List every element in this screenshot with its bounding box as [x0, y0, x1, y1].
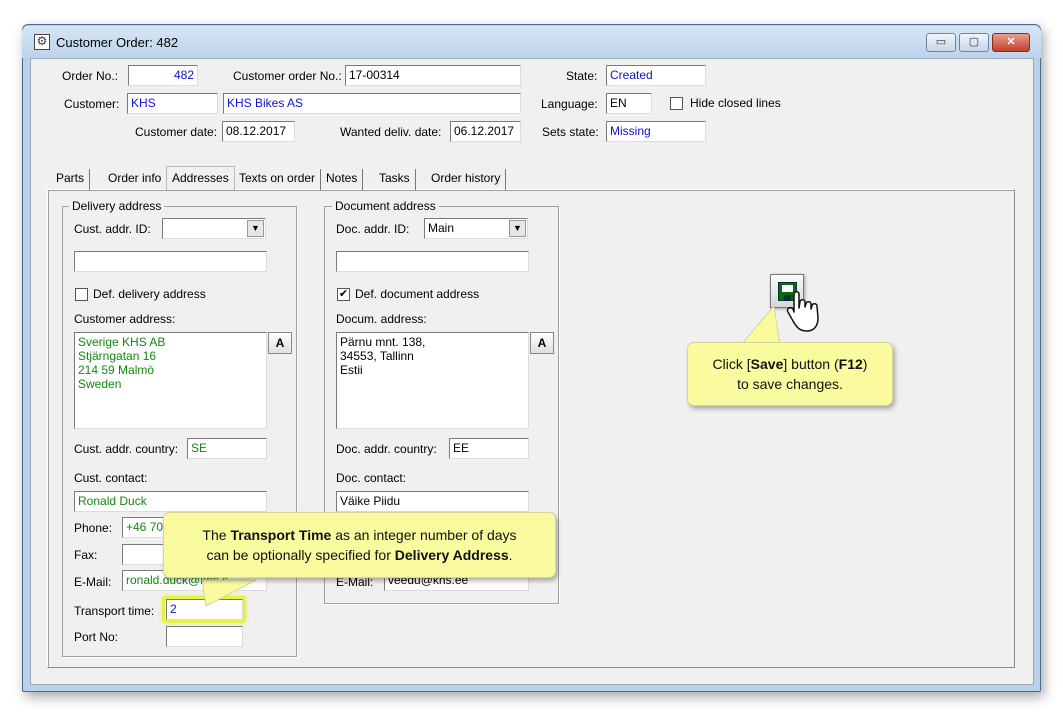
docum-address-label: Docum. address:	[336, 312, 427, 326]
hide-closed-label: Hide closed lines	[690, 96, 781, 110]
document-name-field[interactable]	[336, 251, 529, 272]
customer-order-no-field[interactable]: 17-00314	[345, 65, 521, 86]
def-document-checkbox[interactable]: ✔	[337, 288, 350, 301]
doc-addr-country-field[interactable]: EE	[449, 438, 529, 459]
save-callout-bold: Save	[750, 356, 784, 372]
customer-order-no-label: Customer order No.:	[233, 69, 342, 83]
doc-addr-id-select[interactable]: Main ▼	[424, 218, 528, 239]
save-callout-line2: to save changes.	[737, 376, 843, 392]
delivery-address-title: Delivery address	[69, 199, 165, 213]
save-callout-text: Click [	[712, 356, 751, 372]
wanted-delivery-label: Wanted deliv. date:	[340, 125, 442, 139]
save-callout-text: ] button (	[783, 356, 839, 372]
customer-code-field[interactable]: KHS	[127, 93, 218, 114]
cust-contact-field[interactable]: Ronald Duck	[74, 491, 267, 512]
hand-pointer-icon	[786, 291, 819, 332]
doc-contact-label: Doc. contact:	[336, 471, 407, 485]
cust-addr-country-label: Cust. addr. country:	[74, 442, 179, 456]
wanted-delivery-field[interactable]: 06.12.2017	[450, 121, 521, 142]
transport-callout-line2: can be optionally specified for Delivery…	[164, 545, 555, 565]
state-field[interactable]: Created	[606, 65, 706, 86]
hide-closed-checkbox[interactable]	[670, 97, 683, 110]
cust-addr-id-label: Cust. addr. ID:	[74, 222, 151, 236]
delivery-email-label: E-Mail:	[74, 575, 112, 589]
state-label: State:	[566, 69, 598, 83]
chevron-down-icon[interactable]: ▼	[509, 220, 526, 237]
doc-addr-id-value: Main	[428, 221, 455, 235]
sets-state-field[interactable]: Missing	[606, 121, 706, 142]
cust-addr-country-field[interactable]: SE	[187, 438, 267, 459]
order-no-label: Order No.:	[62, 69, 119, 83]
def-delivery-label: Def. delivery address	[93, 287, 206, 301]
customer-name-field[interactable]: KHS Bikes AS	[223, 93, 521, 114]
tab-order-history[interactable]: Order history	[426, 169, 507, 190]
port-no-label: Port No:	[74, 630, 119, 644]
doc-addr-country-label: Doc. addr. country:	[336, 442, 437, 456]
customer-label: Customer:	[64, 97, 120, 111]
save-callout: Click [Save] button (F12) to save change…	[687, 342, 893, 406]
save-callout-text: )	[862, 356, 868, 372]
transport-time-label: Transport time:	[74, 604, 155, 618]
transport-callout-line1: The Transport Time as an integer number …	[164, 525, 555, 545]
tab-parts[interactable]: Parts	[51, 169, 91, 190]
tab-addresses[interactable]: Addresses	[166, 166, 235, 190]
transport-callout-text: as an integer number of days	[331, 527, 517, 543]
gear-icon[interactable]: ⚙	[34, 34, 50, 50]
sets-state-label: Sets state:	[542, 125, 599, 139]
cust-contact-label: Cust. contact:	[74, 471, 148, 485]
docum-address-memo[interactable]: Pärnu mnt. 138, 34553, Tallinn Estii	[336, 332, 529, 429]
maximize-button[interactable]: ▢	[959, 33, 989, 52]
phone-label: Phone:	[74, 521, 113, 535]
tab-order-info[interactable]: Order info	[103, 169, 168, 190]
customer-address-label: Customer address:	[74, 312, 176, 326]
doc-contact-field[interactable]: Väike Piidu	[336, 491, 529, 512]
language-label: Language:	[541, 97, 598, 111]
transport-callout-text: The	[202, 527, 231, 543]
doc-addr-id-label: Doc. addr. ID:	[336, 222, 410, 236]
cust-addr-id-select[interactable]: ▼	[162, 218, 266, 239]
transport-callout-bold: Delivery Address	[394, 547, 509, 563]
order-no-field[interactable]: 482	[128, 65, 198, 86]
delivery-address-a-button[interactable]: A	[268, 332, 292, 354]
customer-date-field[interactable]: 08.12.2017	[222, 121, 295, 142]
transport-callout-text: .	[508, 547, 513, 563]
def-delivery-checkbox[interactable]	[75, 288, 88, 301]
tab-tasks[interactable]: Tasks	[374, 169, 416, 190]
transport-callout-text: can be optionally specified for	[206, 547, 395, 563]
save-callout-line1: Click [Save] button (F12)	[688, 354, 892, 374]
transport-callout: The Transport Time as an integer number …	[163, 512, 556, 578]
port-no-field[interactable]	[166, 626, 243, 647]
document-address-a-button[interactable]: A	[530, 332, 554, 354]
language-field[interactable]: EN	[606, 93, 652, 114]
window-title: Customer Order: 482	[56, 35, 179, 50]
fax-label: Fax:	[74, 548, 98, 562]
screenshot: ⚙ Customer Order: 482 ▭ ▢ ✕ Order No.: 4…	[0, 0, 1063, 715]
chevron-down-icon[interactable]: ▼	[247, 220, 264, 237]
transport-callout-bold: Transport Time	[230, 527, 332, 543]
tab-notes[interactable]: Notes	[321, 169, 364, 190]
document-address-title: Document address	[332, 199, 439, 213]
save-callout-key: F12	[838, 356, 863, 372]
close-button[interactable]: ✕	[992, 33, 1030, 52]
minimize-button[interactable]: ▭	[926, 33, 956, 52]
customer-date-label: Customer date:	[135, 125, 218, 139]
def-document-label: Def. document address	[355, 287, 480, 301]
tab-texts-on-order[interactable]: Texts on order	[234, 169, 322, 190]
delivery-name-field[interactable]	[74, 251, 267, 272]
customer-address-memo[interactable]: Sverige KHS AB Stjärngatan 16 214 59 Mal…	[74, 332, 267, 429]
